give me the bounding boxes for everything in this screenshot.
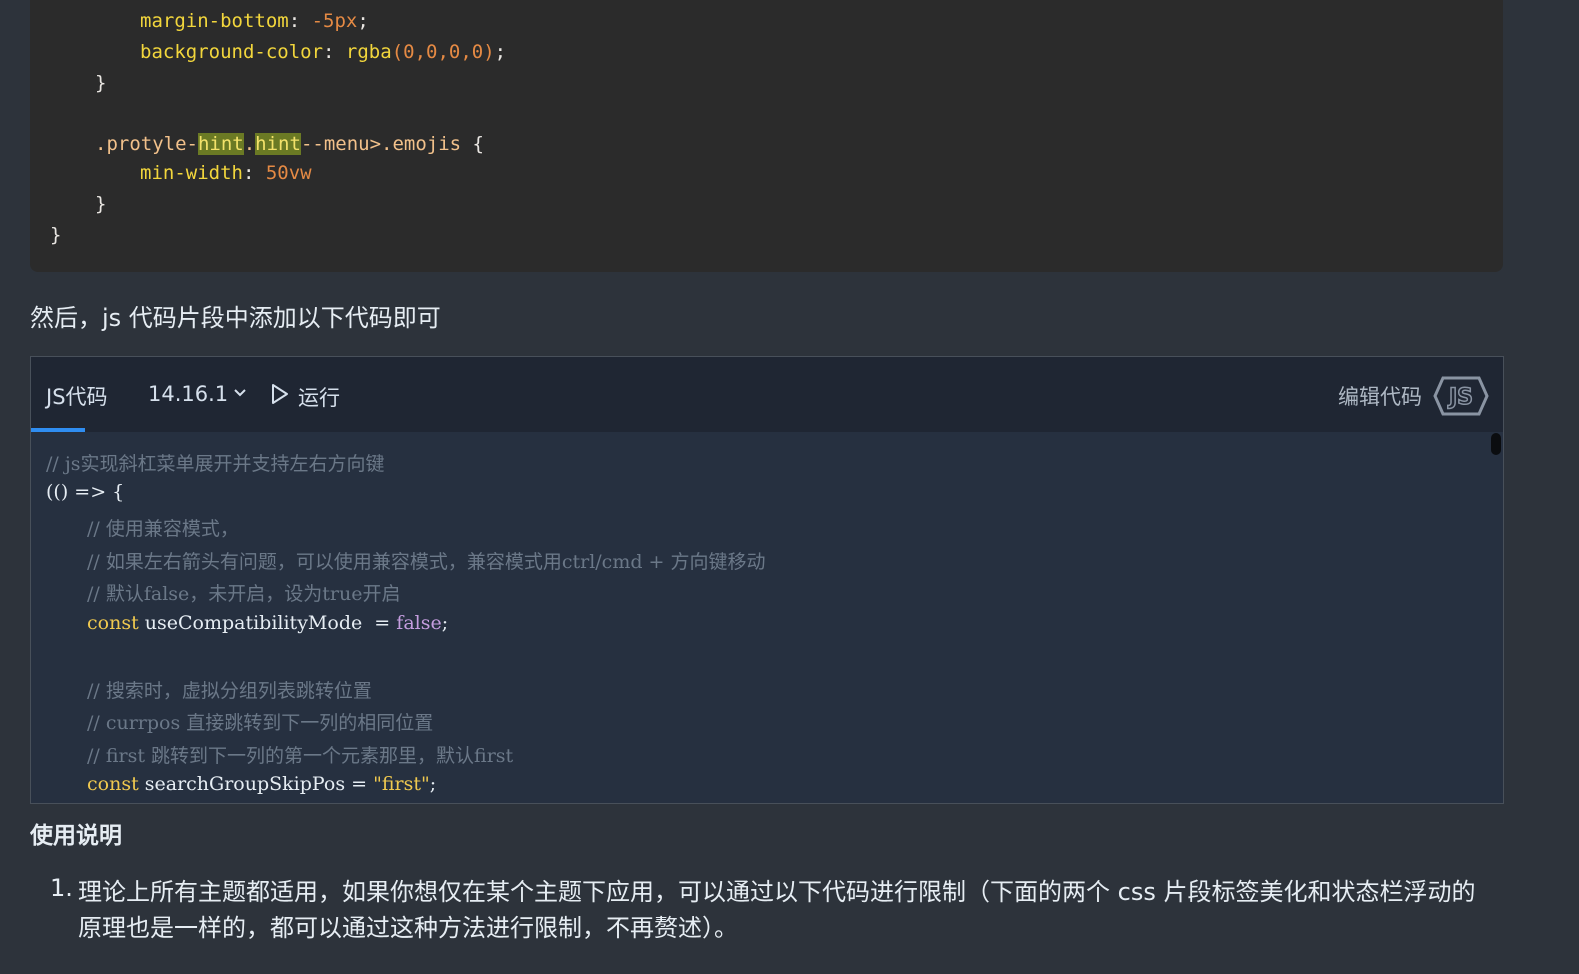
search-highlight: hint [255,133,301,155]
code-line: const searchGroupSkipPos = "first"; [87,773,437,795]
svg-text:JS: JS [1447,385,1473,410]
codepen-js-logo-icon[interactable]: JS [1433,376,1489,416]
list-number: 1. [50,874,73,902]
edit-code-button[interactable]: 编辑代码 [1338,381,1422,411]
version-select[interactable]: 14.16.1 [148,382,228,406]
code-line: (() => { [46,481,125,503]
code-line: // 搜索时，虚拟分组列表跳转位置 [87,680,372,702]
paragraph-text: 然后，js 代码片段中添加以下代码即可 [30,304,441,332]
code-line: margin-bottom: -5px; [140,10,369,32]
scrollbar-thumb[interactable] [1491,433,1501,455]
code-line: } [95,193,107,215]
code-line: // 如果左右箭头有问题，可以使用兼容模式，兼容模式用ctrl/cmd + 方向… [87,551,766,573]
code-line: } [50,224,62,246]
code-line: const useCompatibilityMode = false; [87,612,449,634]
code-line: } [95,72,107,94]
code-line: // 使用兼容模式， [87,518,239,540]
chevron-down-icon[interactable] [232,386,248,400]
js-code-widget: JS代码 14.16.1 运行 编辑代码 JS // js实现斜杠菜单展开并支持… [30,356,1504,804]
run-button[interactable]: 运行 [298,382,340,412]
section-heading: 使用说明 [30,823,122,849]
code-line: background-color: rgba(0,0,0,0); [140,41,507,63]
play-icon[interactable] [269,382,291,406]
code-line: min-width: 50vw [140,162,312,184]
js-code-editor[interactable]: // js实现斜杠菜单展开并支持左右方向键 (() => { // 使用兼容模式… [31,432,1503,803]
code-line: // first 跳转到下一列的第一个元素那里，默认first [87,745,514,767]
list-item: 理论上所有主题都适用，如果你想仅在某个主题下应用，可以通过以下代码进行限制（下面… [78,878,1476,942]
css-code-block: margin-bottom: -5px; background-color: r… [30,0,1503,272]
code-line: // currpos 直接跳转到下一列的相同位置 [87,712,434,734]
code-line: .protyle-hint.hint--menu>.emojis { [95,133,484,155]
code-line: // js实现斜杠菜单展开并支持左右方向键 [46,453,385,475]
code-toolbar: JS代码 14.16.1 运行 编辑代码 JS [31,357,1503,432]
search-highlight: hint [197,133,244,155]
code-line: // 默认false，未开启，设为true开启 [87,583,401,605]
tab-js-code[interactable]: JS代码 [46,381,108,411]
